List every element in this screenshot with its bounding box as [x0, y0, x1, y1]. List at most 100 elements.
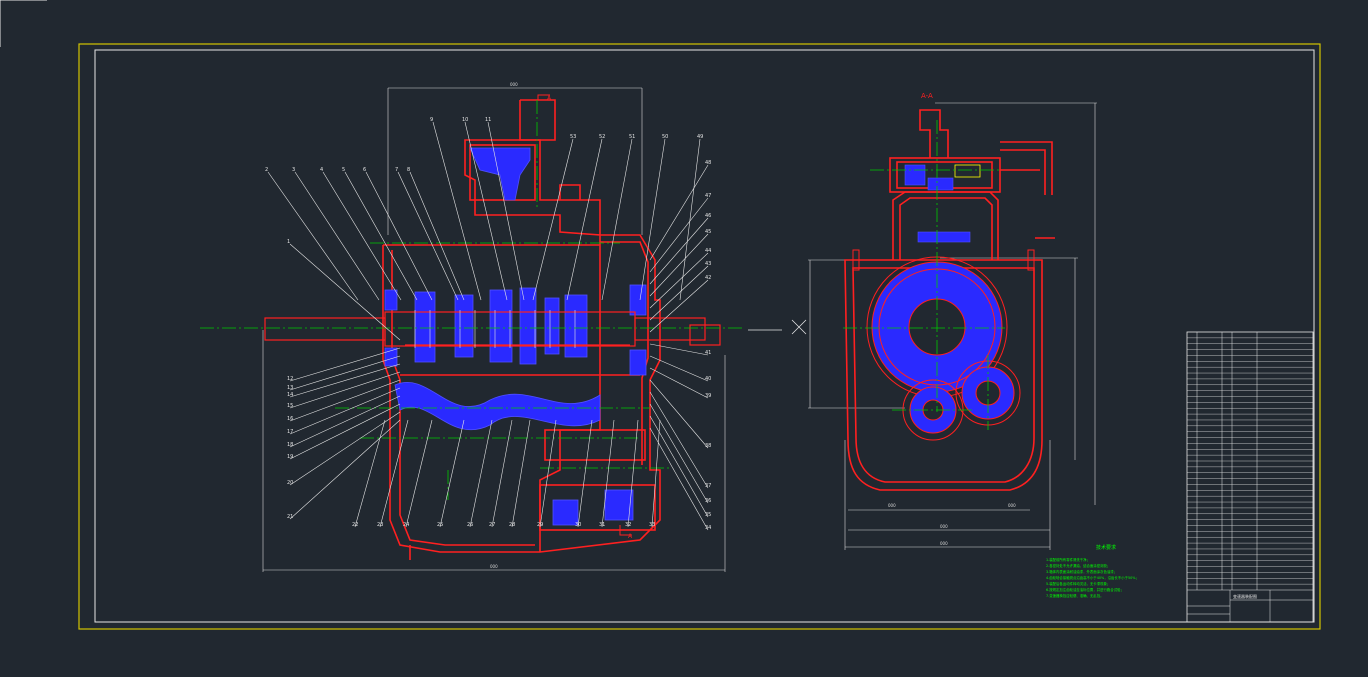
leader-line [289, 411, 401, 486]
technical-notes: 技术要求 1.装配前所有零件清洗干净；2.各密封处不允许漏油，结合面涂密封胶；3… [1046, 544, 1139, 598]
part-number-label: 11 [485, 117, 491, 123]
leader-line [639, 138, 666, 301]
svg-text:000: 000 [490, 564, 498, 569]
leader-line [566, 138, 603, 301]
part-number-label: 23 [377, 522, 383, 528]
part-number-label: 16 [287, 416, 293, 422]
ucs-icon [0, 0, 47, 47]
part-number-label: 41 [705, 350, 711, 356]
part-number-label: 36 [705, 498, 711, 504]
leader-line [289, 387, 401, 435]
cross-marker [791, 319, 807, 335]
notes-title: 技术要求 [1096, 544, 1116, 551]
section-marker-bottom: A [628, 533, 633, 540]
part-number-label: 33 [649, 522, 655, 528]
leader-line [469, 419, 493, 528]
leader-line [365, 171, 433, 301]
leader-line [289, 347, 401, 382]
drawing-viewport[interactable]: 000 000 A A 2 3 4 5 6 7 8 9 10 11 53 52 … [0, 0, 1368, 673]
part-number-label: 15 [287, 403, 293, 409]
part-number-label: 22 [352, 522, 358, 528]
part-number-label: 35 [705, 512, 711, 518]
part-number-label: 26 [467, 522, 473, 528]
part-number-label: 44 [705, 248, 711, 254]
drawing-name: 变速器装配图 [1233, 593, 1257, 599]
svg-text:000: 000 [1008, 503, 1016, 508]
leader-line [409, 171, 465, 301]
part-number-label: 42 [705, 275, 711, 281]
part-number-label: 18 [287, 442, 293, 448]
part-number-label: 31 [599, 522, 605, 528]
note-line: 6.按规定加注齿轮油至油标位置，并进行跑合试验； [1046, 587, 1124, 592]
section-marker-top: A [547, 95, 552, 102]
svg-text:000: 000 [888, 503, 896, 508]
note-line: 4.齿轮啮合接触斑点沿齿高不小于40%，沿齿长不小于50%； [1046, 575, 1139, 580]
leader-line [511, 419, 531, 528]
part-number-label: 47 [705, 193, 711, 199]
leader-line [405, 419, 433, 528]
leader-line [322, 171, 402, 301]
svg-text:000: 000 [940, 524, 948, 529]
part-number-label: 32 [625, 522, 631, 528]
part-number-label: 5 [342, 167, 345, 173]
part-labels: 2 3 4 5 6 7 89 10 1153 52 51 50 49112131415161718192… [265, 117, 711, 531]
part-number-label: 39 [705, 393, 711, 399]
note-line: 7.变速器换挡应轻便、准确、无乱挡。 [1046, 593, 1103, 598]
leader-line [294, 171, 380, 301]
note-line: 2.各密封处不允许漏油，结合面涂密封胶； [1046, 563, 1110, 568]
note-line: 1.装配前所有零件清洗干净； [1046, 557, 1090, 562]
leader-line [491, 419, 513, 528]
leader-line [267, 171, 359, 301]
part-number-label: 2 [265, 167, 268, 173]
part-number-label: 27 [489, 522, 495, 528]
leader-line [354, 419, 386, 528]
note-line: 3.箱体内表面涂耐油油漆，外表面涂灰色油漆； [1046, 569, 1117, 574]
part-number-label: 20 [287, 480, 293, 486]
part-number-label: 48 [705, 160, 711, 166]
leader-line [651, 419, 661, 528]
svg-text:000: 000 [510, 82, 518, 87]
leader-line [289, 403, 401, 460]
leader-line [649, 403, 709, 504]
leader-line [439, 419, 465, 528]
note-line: 5.装配后各运动件转动灵活，无卡滞现象； [1046, 581, 1110, 586]
title-block: 变速器装配图 [1186, 331, 1314, 623]
leader-line [649, 355, 709, 382]
main-section-view: 000 000 A A 2 3 4 5 6 7 89 10 1153 52 51… [200, 82, 782, 572]
part-number-label: 9 [430, 117, 433, 123]
part-number-label: 51 [629, 134, 635, 140]
part-number-label: 37 [705, 483, 711, 489]
part-number-label: 52 [599, 134, 605, 140]
side-view-aa: A-A 000 000 000 000 [791, 92, 1097, 550]
part-number-label: 53 [570, 134, 576, 140]
part-number-label: 30 [575, 522, 581, 528]
part-number-label: 40 [705, 376, 711, 382]
part-number-label: 29 [537, 522, 543, 528]
leader-line [289, 395, 401, 448]
leader-line [649, 233, 709, 297]
part-number-label: 43 [705, 261, 711, 267]
cad-drawing: 000 000 A A 2 3 4 5 6 7 89 10 1153 52 51… [0, 0, 1321, 630]
part-number-label: 6 [363, 167, 366, 173]
side-gears [866, 256, 1021, 441]
leader-line [289, 371, 401, 409]
leader-line [289, 379, 401, 422]
part-number-label: 17 [287, 429, 293, 435]
leader-line [344, 171, 418, 301]
part-number-label: 4 [320, 167, 323, 173]
leader-line [649, 427, 709, 531]
leader-line [532, 138, 574, 301]
part-number-label: 8 [407, 167, 410, 173]
part-number-label: 49 [697, 134, 703, 140]
leader-line [649, 415, 709, 518]
part-number-label: 46 [705, 213, 711, 219]
leader-line [289, 355, 401, 391]
part-number-label: 24 [403, 522, 409, 528]
gears [384, 147, 647, 526]
part-number-label: 10 [462, 117, 468, 123]
part-number-label: 12 [287, 376, 293, 382]
leader-line [379, 419, 409, 528]
leader-line [289, 419, 401, 520]
leader-line [289, 363, 401, 398]
part-number-label: 1 [287, 239, 290, 245]
